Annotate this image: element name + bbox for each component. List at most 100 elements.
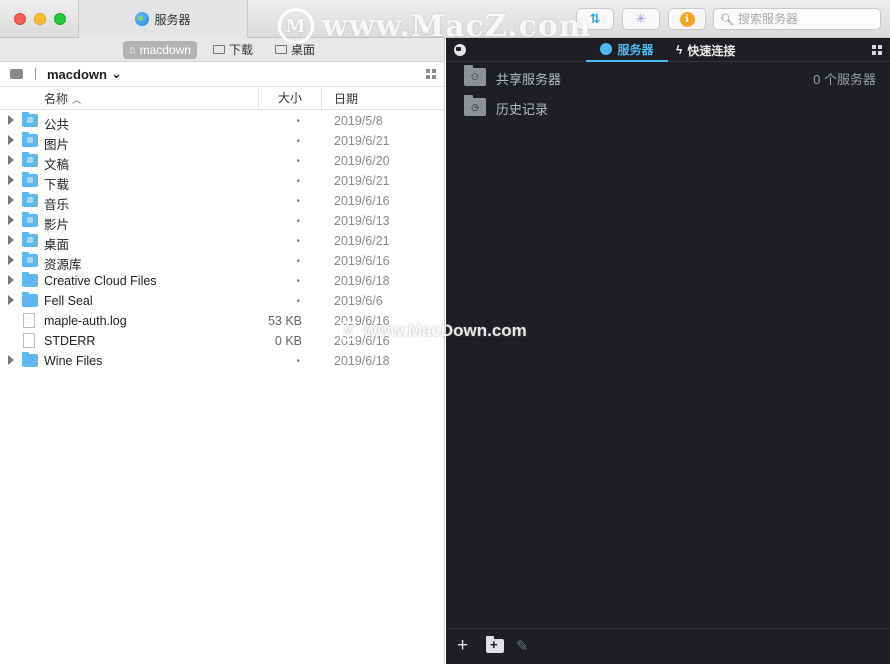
minimize-window-button[interactable] [34,13,46,25]
item-label: 历史记录 [496,102,549,117]
new-folder-button[interactable]: + [486,636,504,653]
drive-icon [10,69,23,79]
disclosure-triangle-icon[interactable] [8,115,14,125]
column-name-label: 名称 [44,91,69,106]
file-name: STDERR [44,334,96,348]
file-row-public[interactable]: 公共 • 2019/5/8 [0,111,444,132]
watermark-logo-icon: M [338,321,358,341]
search-field[interactable]: 🔍︎ [713,8,881,30]
shared-folder-icon: ⚇ [464,65,486,86]
history-item[interactable]: ◷ 历史记录 [446,92,890,122]
breadcrumb-label: 下载 [228,43,253,57]
folder-icon [212,45,225,54]
file-size: • [296,356,300,367]
file-date: 2019/6/21 [334,234,390,248]
file-row-wine-files[interactable]: Wine Files • 2019/6/18 [0,351,444,371]
globe-icon [135,12,150,26]
disclosure-triangle-icon[interactable] [8,275,14,285]
pictures-folder-icon [22,132,38,147]
disclosure-triangle-icon[interactable] [8,135,14,145]
file-date: 2019/6/18 [334,354,390,368]
public-folder-icon [22,112,38,127]
sort-ascending-icon: ︿ [72,94,82,105]
file-size: • [296,116,300,127]
breadcrumb-downloads[interactable]: 下载 [207,39,259,60]
file-date: 2019/6/6 [334,294,383,308]
disclosure-triangle-icon[interactable] [8,215,14,225]
file-size: 53 KB [267,314,302,328]
disclosure-triangle-icon[interactable] [8,295,14,305]
file-row-documents[interactable]: 文稿 • 2019/6/20 [0,151,444,172]
file-size: • [296,176,300,187]
window-tab-servers[interactable]: 服务器 [78,0,248,38]
file-row-pictures[interactable]: 图片 • 2019/6/21 [0,131,444,152]
file-date: 2019/6/21 [334,134,390,148]
search-input[interactable] [737,12,868,26]
server-pane: 服务器 ϟ 快速连接 ⚇ 共享服务器 0 个服务器 ◷ 历史记录 + + ✎ [446,38,890,664]
server-footer-toolbar: + + ✎ [446,628,890,664]
tab-quick-connect-label: 快速连接 [687,43,736,58]
window-tab-label: 服务器 [154,12,191,27]
tab-servers-label: 服务器 [617,42,654,57]
file-date: 2019/6/16 [334,254,390,268]
watermark-text: www.MacDown.com [364,321,527,340]
shared-servers-item[interactable]: ⚇ 共享服务器 0 个服务器 [446,62,890,92]
file-name: maple-auth.log [44,314,127,328]
lightning-icon: ϟ [676,43,683,57]
folder-icon [275,45,287,54]
document-icon [23,313,35,328]
chevron-down-icon: ⌄ [110,66,122,81]
watermark-text: www.MacZ.com [322,8,592,44]
path-label: macdown [47,66,107,82]
tab-servers[interactable]: 服务器 [586,38,668,62]
movies-folder-icon [22,212,38,227]
file-row-desktop[interactable]: 桌面 • 2019/6/21 [0,231,444,252]
folder-icon [22,352,38,367]
file-size: • [296,256,300,267]
breadcrumb-home[interactable]: ⌂ macdown [122,40,197,59]
library-folder-icon [22,252,38,267]
activity-spinner-icon: ✳ [635,11,647,26]
local-file-pane: ⌂ macdown 下载 桌面 macdown ⌄ 名称 ︿ 大小 日期 公共 … [0,38,445,664]
activity-button[interactable]: ✳ [622,8,660,30]
disclosure-triangle-icon[interactable] [8,235,14,245]
column-size-header[interactable]: 大小 [258,86,322,110]
file-row-downloads[interactable]: 下载 • 2019/6/21 [0,171,444,192]
disclosure-triangle-icon[interactable] [8,355,14,365]
disclosure-triangle-icon[interactable] [8,175,14,185]
downloads-folder-icon [22,172,38,187]
edit-pencil-button[interactable]: ✎ [516,638,529,656]
file-date: 2019/6/20 [334,154,390,168]
disclosure-triangle-icon[interactable] [8,195,14,205]
close-window-button[interactable] [14,13,26,25]
file-size: • [296,196,300,207]
grid-view-icon[interactable] [872,45,882,55]
maximize-window-button[interactable] [54,13,66,25]
file-size: • [296,296,300,307]
path-dropdown[interactable]: macdown ⌄ [47,66,122,82]
plus-icon: + [490,637,498,652]
file-row-creative-cloud[interactable]: Creative Cloud Files • 2019/6/18 [0,271,444,291]
item-label: 共享服务器 [496,72,562,87]
disclosure-triangle-icon[interactable] [8,255,14,265]
file-size: • [296,276,300,287]
file-row-library[interactable]: 资源库 • 2019/6/16 [0,251,444,272]
file-row-fell-seal[interactable]: Fell Seal • 2019/6/6 [0,291,444,311]
disclosure-triangle-icon[interactable] [8,155,14,165]
add-server-button[interactable]: + [457,636,468,655]
info-button[interactable]: i [668,8,706,30]
file-date: 2019/6/13 [334,214,390,228]
file-name: Creative Cloud Files [44,274,157,288]
info-icon: i [679,11,695,27]
column-name-header[interactable]: 名称 ︿ [44,90,81,107]
file-row-movies[interactable]: 影片 • 2019/6/13 [0,211,444,232]
column-date-header[interactable]: 日期 [334,90,358,107]
history-clock-icon: ◷ [464,95,486,116]
watermark-top: M www.MacZ.com [278,6,592,46]
tab-quick-connect[interactable]: ϟ 快速连接 [676,38,735,62]
file-size: • [296,216,300,227]
grid-view-icon[interactable] [426,69,436,79]
file-row-music[interactable]: 音乐 • 2019/6/16 [0,191,444,212]
watermark-middle: M www.MacDown.com [338,321,527,341]
file-size: • [296,136,300,147]
